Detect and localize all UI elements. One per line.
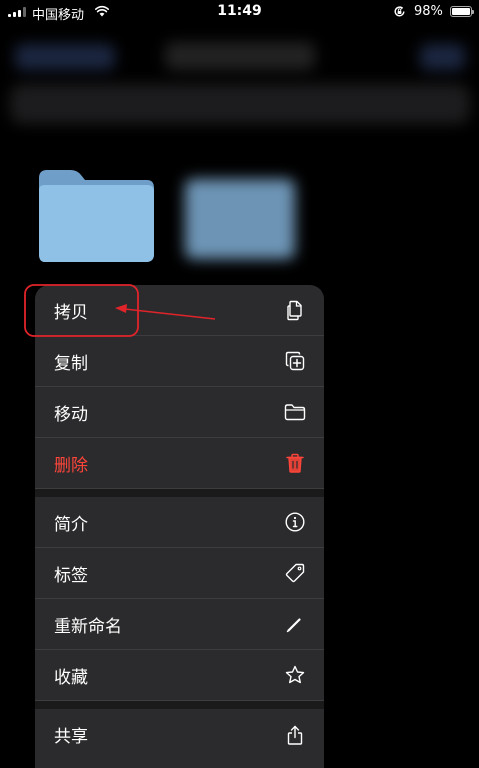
menu-item-info[interactable]: 简介 [35,497,324,548]
info-icon [284,511,306,533]
battery-percent: 98% [414,4,443,19]
menu-item-favorite[interactable]: 收藏 [35,650,324,701]
menu-item-label: 复制 [54,353,88,374]
star-icon [284,664,306,686]
folder-icon [284,401,306,423]
nav-action-blurred [420,44,465,70]
menu-item-label: 收藏 [54,667,88,688]
nav-title-blurred [165,42,315,70]
folder-blurred [185,179,295,259]
menu-item-label: 删除 [54,455,88,476]
menu-item-copy[interactable]: 拷贝 [35,285,324,336]
search-bar-blurred [10,84,470,124]
share-icon [284,724,306,746]
menu-item-label: 简介 [54,514,88,535]
status-bar: 中国移动 11:49 98% [0,0,479,24]
menu-item-label: 拷贝 [54,302,88,323]
menu-item-label: 移动 [54,404,88,425]
menu-item-duplicate[interactable]: 复制 [35,336,324,387]
duplicate-plus-icon [284,350,306,372]
tag-icon [284,562,306,584]
menu-item-label: 标签 [54,565,88,586]
folder-icon[interactable] [35,168,155,263]
menu-group-separator [35,489,324,497]
status-time: 11:49 [217,3,262,19]
menu-item-delete[interactable]: 删除 [35,438,324,489]
menu-item-tags[interactable]: 标签 [35,548,324,599]
copy-doc-icon [284,299,306,321]
menu-item-rename[interactable]: 重新命名 [35,599,324,650]
menu-group-separator [35,701,324,709]
menu-item-label: 重新命名 [54,616,122,637]
trash-icon [284,452,306,474]
nav-back-button-blurred [15,44,115,70]
menu-item-share[interactable]: 共享 [35,709,324,760]
rotation-lock-icon [394,6,405,17]
menu-item-label: 共享 [54,727,88,747]
battery-icon [450,6,474,17]
menu-item-move[interactable]: 移动 [35,387,324,438]
screen: 中国移动 11:49 98% 拷贝 复制 移动 删除 简介 标签 重新命名 收藏… [0,0,479,768]
context-menu: 拷贝 复制 移动 删除 简介 标签 重新命名 收藏 共享 [35,285,324,768]
pencil-icon [284,613,306,635]
